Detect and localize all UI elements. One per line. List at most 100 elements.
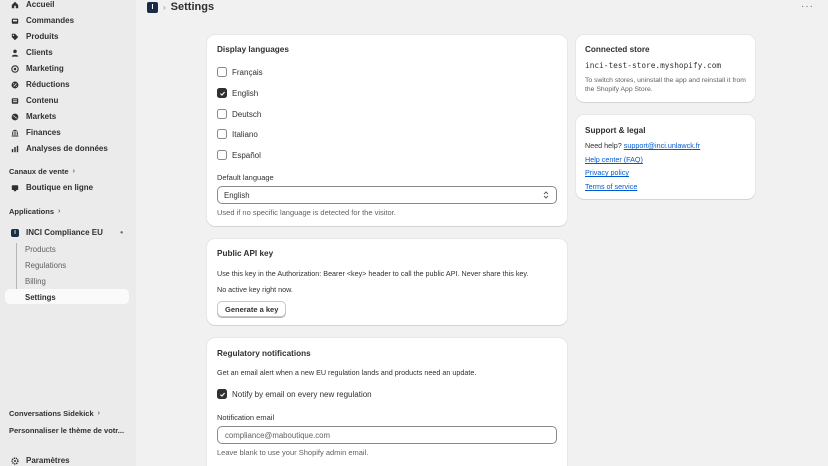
checkbox[interactable] bbox=[217, 129, 227, 139]
sidebar-item-label: Analyses de données bbox=[26, 144, 108, 153]
sidebar-item-label: Finances bbox=[26, 128, 61, 137]
section-label: Canaux de vente bbox=[9, 167, 69, 176]
page-header: I › Settings bbox=[147, 0, 214, 14]
sales-channels-header[interactable]: Canaux de vente › bbox=[9, 167, 75, 176]
sidebar-item-label: Contenu bbox=[26, 96, 59, 105]
select-arrows-icon bbox=[543, 191, 549, 199]
chevron-right-icon: › bbox=[72, 168, 75, 175]
sidebar-subitem-regulations[interactable]: Regulations bbox=[25, 258, 66, 272]
store-icon bbox=[11, 184, 19, 192]
privacy-policy-link[interactable]: Privacy policy bbox=[585, 168, 629, 177]
sidebar-item-label: Marketing bbox=[26, 64, 64, 73]
sidebar: Accueil Commandes Produits Clients Marke… bbox=[0, 0, 136, 466]
sidebar-item-produits[interactable]: Produits bbox=[5, 29, 129, 44]
card-title: Display languages bbox=[217, 45, 289, 54]
sidebar-item-contenu[interactable]: Contenu bbox=[5, 93, 129, 108]
option-label: Français bbox=[232, 67, 263, 77]
sidebar-item-label: Markets bbox=[26, 112, 57, 121]
app-logo[interactable]: I bbox=[147, 1, 158, 13]
option-label: Español bbox=[232, 150, 261, 160]
store-domain: inci-test-store.myshopify.com bbox=[585, 61, 722, 70]
option-label: Notify by email on every new regulation bbox=[232, 389, 372, 399]
chevron-right-icon: › bbox=[97, 410, 100, 417]
subitem-label: Settings bbox=[25, 292, 56, 302]
option-label: Italiano bbox=[232, 129, 258, 139]
option-label: Deutsch bbox=[232, 109, 262, 119]
language-option-english[interactable]: English bbox=[217, 88, 258, 98]
sidebar-item-label: INCI Compliance EU bbox=[26, 228, 103, 237]
generate-key-button[interactable]: Generate a key bbox=[217, 301, 287, 317]
content-icon bbox=[11, 97, 19, 105]
sidekick-header[interactable]: Conversations Sidekick › bbox=[9, 409, 100, 418]
page-title: Settings bbox=[170, 1, 215, 13]
sidebar-item-label: Clients bbox=[26, 48, 53, 57]
section-label: Applications bbox=[9, 207, 55, 216]
card-title: Connected store bbox=[585, 45, 650, 54]
language-option-italiano[interactable]: Italiano bbox=[217, 129, 258, 139]
section-label: Personnaliser le thème de votr... bbox=[9, 426, 125, 435]
need-help-label: Need help? bbox=[585, 141, 622, 150]
tag-icon bbox=[11, 33, 19, 41]
sidebar-item-label: Paramètres bbox=[26, 456, 70, 465]
sidebar-item-label: Commandes bbox=[26, 16, 75, 25]
sidebar-subitem-billing[interactable]: Billing bbox=[25, 274, 46, 288]
checkbox[interactable] bbox=[217, 109, 227, 119]
api-key-card: Public API key Use this key in the Autho… bbox=[207, 239, 567, 325]
sidebar-item-marketing[interactable]: Marketing bbox=[5, 61, 129, 76]
target-icon bbox=[11, 64, 19, 73]
store-note: To switch stores, uninstall the app and … bbox=[585, 77, 746, 93]
sidebar-item-markets[interactable]: Markets bbox=[5, 109, 129, 124]
sidebar-item-clients[interactable]: Clients bbox=[5, 45, 129, 60]
need-help-row: Need help? support@inci.unlawck.fr bbox=[585, 141, 700, 150]
connected-store-card: Connected store inci-test-store.myshopif… bbox=[576, 35, 755, 102]
option-label: English bbox=[232, 88, 259, 98]
checkbox[interactable] bbox=[217, 67, 227, 77]
language-option-espanol[interactable]: Español bbox=[217, 150, 261, 160]
terms-of-service-link[interactable]: Terms of service bbox=[585, 182, 637, 191]
default-language-help: Used if no specific language is detected… bbox=[217, 208, 396, 217]
api-key-description: Use this key in the Authorization: Beare… bbox=[217, 269, 529, 278]
discount-icon bbox=[11, 81, 19, 89]
notification-email-input[interactable]: compliance@maboutique.com bbox=[217, 426, 557, 444]
bank-icon bbox=[11, 129, 19, 137]
sidebar-subitem-settings[interactable]: Settings bbox=[25, 290, 56, 304]
default-language-label: Default language bbox=[217, 173, 274, 182]
notification-email-label: Notification email bbox=[217, 413, 275, 422]
help-center-link[interactable]: Help center (FAQ) bbox=[585, 155, 643, 164]
sidebar-item-reductions[interactable]: Réductions bbox=[5, 77, 129, 92]
more-actions-icon[interactable]: ··· bbox=[801, 1, 814, 12]
language-option-deutsch[interactable]: Deutsch bbox=[217, 109, 261, 119]
sidebar-item-label: Accueil bbox=[26, 0, 55, 9]
section-label: Conversations Sidekick bbox=[9, 409, 94, 418]
language-option-francais[interactable]: Français bbox=[217, 67, 263, 77]
default-language-select[interactable]: English bbox=[217, 186, 557, 204]
applications-header[interactable]: Applications › bbox=[9, 207, 60, 216]
card-title: Regulatory notifications bbox=[217, 349, 311, 358]
checkbox-checked[interactable] bbox=[217, 88, 227, 98]
sidebar-item-commandes[interactable]: Commandes bbox=[5, 13, 129, 28]
select-value: English bbox=[224, 190, 250, 200]
notify-email-option[interactable]: Notify by email on every new regulation bbox=[217, 389, 372, 399]
sidebar-item-label: Boutique en ligne bbox=[26, 183, 94, 192]
sidebar-subitem-settings-active[interactable] bbox=[5, 289, 129, 304]
card-title: Public API key bbox=[217, 249, 274, 258]
card-title: Support & legal bbox=[585, 126, 646, 135]
subitem-label: Regulations bbox=[25, 260, 67, 270]
input-placeholder: compliance@maboutique.com bbox=[225, 430, 330, 440]
checkbox[interactable] bbox=[217, 150, 227, 160]
app-icon: I bbox=[11, 228, 19, 237]
chart-icon bbox=[11, 145, 19, 153]
support-card: Support & legal Need help? support@inci.… bbox=[576, 115, 755, 199]
support-email-link[interactable]: support@inci.unlawck.fr bbox=[624, 141, 700, 150]
sidebar-subitem-products[interactable]: Products bbox=[25, 242, 56, 256]
sidebar-item-inci-app[interactable]: I INCI Compliance EU • bbox=[5, 225, 129, 240]
sidebar-item-finances[interactable]: Finances bbox=[5, 125, 129, 140]
checkbox-checked[interactable] bbox=[217, 389, 227, 399]
sidebar-item-accueil[interactable]: Accueil bbox=[5, 0, 129, 12]
notifications-card: Regulatory notifications Get an email al… bbox=[207, 338, 567, 466]
sidebar-item-parametres[interactable]: Paramètres bbox=[5, 453, 129, 466]
sidebar-item-analyses[interactable]: Analyses de données bbox=[5, 141, 129, 156]
sidebar-item-boutique[interactable]: Boutique en ligne bbox=[5, 180, 129, 195]
checkmark-icon bbox=[219, 91, 225, 96]
customize-theme-link[interactable]: Personnaliser le thème de votr... bbox=[9, 426, 124, 435]
